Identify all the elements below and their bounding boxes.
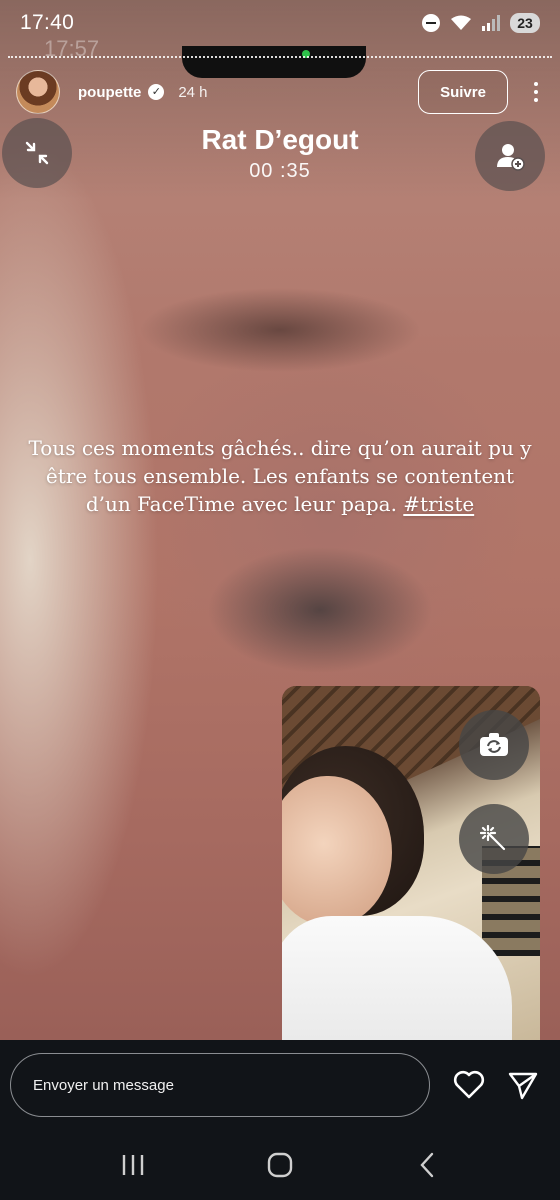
reply-bar <box>0 1040 560 1130</box>
post-age: 24 h <box>178 83 208 101</box>
more-vertical-icon[interactable] <box>528 82 544 102</box>
home-button[interactable] <box>250 1140 310 1190</box>
system-navigation-bar <box>0 1130 560 1200</box>
avatar[interactable] <box>16 70 60 114</box>
recent-apps-icon <box>123 1155 144 1175</box>
add-person-button[interactable] <box>475 121 545 191</box>
magic-wand-icon <box>480 825 506 851</box>
like-button[interactable] <box>452 1068 486 1102</box>
back-icon <box>420 1152 433 1178</box>
hashtag-link[interactable]: #triste <box>403 492 474 516</box>
signal-icon <box>482 15 500 31</box>
follow-button[interactable]: Suivre <box>418 70 508 114</box>
do-not-disturb-icon <box>422 14 440 32</box>
flip-camera-icon <box>480 733 508 756</box>
story-caption: Tous ces moments gâchés.. dire qu’on aur… <box>24 434 536 518</box>
wifi-icon <box>450 15 472 31</box>
status-time: 17:40 <box>20 11 75 34</box>
username[interactable]: poupette <box>78 84 141 101</box>
message-input[interactable] <box>10 1053 430 1117</box>
flip-camera-button[interactable] <box>459 710 529 780</box>
self-view-video[interactable] <box>282 686 540 1040</box>
story-header: poupette ✓ 24 h Suivre <box>16 70 544 114</box>
pip-child-shirt <box>282 916 512 1040</box>
battery-level: 23 <box>510 13 540 33</box>
paper-plane-icon <box>508 1072 538 1100</box>
add-person-icon <box>497 144 525 171</box>
home-icon <box>267 1152 293 1178</box>
status-icons: 23 <box>422 13 540 33</box>
story-progress-bar <box>8 56 552 59</box>
share-button[interactable] <box>506 1068 540 1102</box>
verified-badge-icon: ✓ <box>148 84 165 100</box>
recent-apps-button[interactable] <box>103 1140 163 1190</box>
effects-button[interactable] <box>459 804 529 874</box>
heart-icon <box>453 1070 485 1099</box>
back-button[interactable] <box>397 1140 457 1190</box>
status-bar: 17:40 23 <box>0 0 560 46</box>
